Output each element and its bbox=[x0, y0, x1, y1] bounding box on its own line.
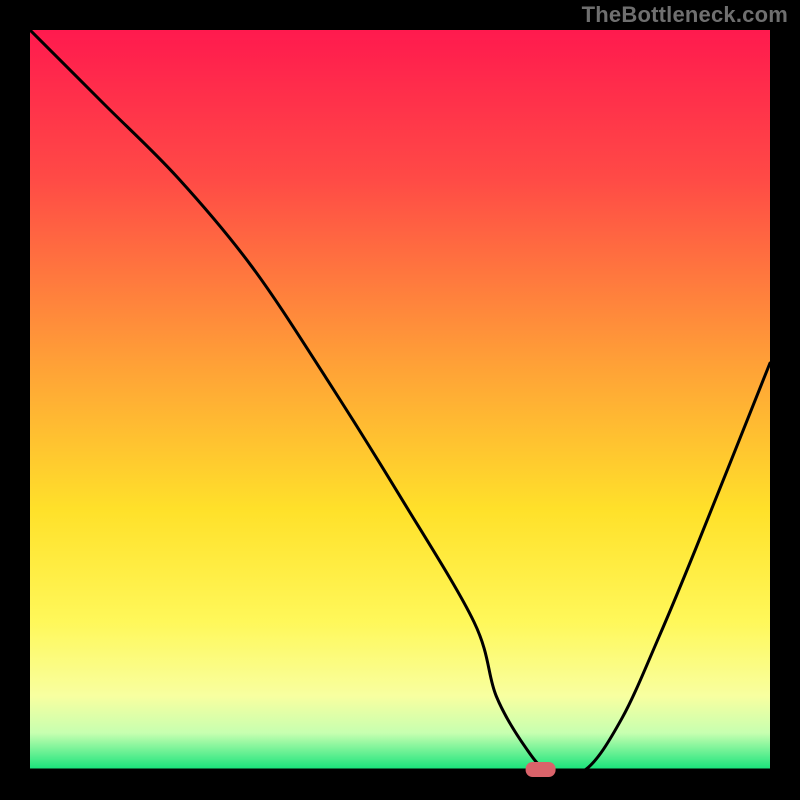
optimal-marker bbox=[526, 762, 556, 777]
chart-stage: TheBottleneck.com bbox=[0, 0, 800, 800]
watermark-text: TheBottleneck.com bbox=[582, 2, 788, 28]
chart-svg bbox=[0, 0, 800, 800]
